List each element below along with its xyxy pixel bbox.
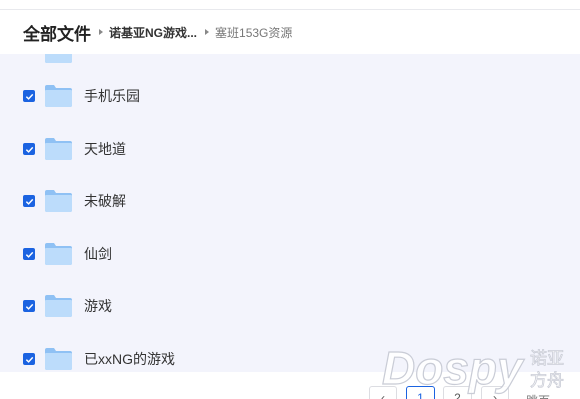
- jump-page-label[interactable]: 跳页: [526, 392, 550, 399]
- folder-name[interactable]: 未破解: [84, 191, 126, 211]
- checkbox[interactable]: [23, 248, 35, 260]
- list-item[interactable]: 游戏: [0, 280, 580, 332]
- checkbox[interactable]: [23, 353, 35, 365]
- list-item[interactable]: 已xxNG的游戏: [0, 333, 580, 372]
- checkbox[interactable]: [23, 300, 35, 312]
- breadcrumb-current: 塞班153G资源: [215, 25, 293, 40]
- checkbox[interactable]: [23, 90, 35, 102]
- folder-name[interactable]: 仙剑: [84, 244, 112, 264]
- folder-icon: [45, 243, 72, 265]
- folder-name[interactable]: 天地道: [84, 139, 126, 159]
- breadcrumb: 全部文件 诺基亚NG游戏... 塞班153G资源: [0, 10, 580, 54]
- page-button-current[interactable]: 1: [406, 386, 435, 399]
- list-item[interactable]: 未破解: [0, 175, 580, 227]
- page-button[interactable]: 2: [443, 386, 472, 399]
- breadcrumb-separator-icon: [205, 29, 210, 35]
- list-item[interactable]: 手机乐园: [0, 70, 580, 122]
- breadcrumb-root[interactable]: 全部文件: [23, 20, 91, 45]
- folder-name[interactable]: 已xxNG的游戏: [84, 349, 175, 369]
- breadcrumb-parent[interactable]: 诺基亚NG游戏...: [109, 24, 197, 41]
- folder-name[interactable]: 手机乐园: [84, 86, 140, 106]
- list-item[interactable]: 天地道: [0, 123, 580, 175]
- checkbox[interactable]: [23, 195, 35, 207]
- top-border: [0, 0, 580, 10]
- prev-page-button[interactable]: ‹: [369, 386, 397, 399]
- pagination-bar: ‹ 1 2 › 跳页: [0, 372, 580, 399]
- file-list: 手机乐园 天地道 未破解 仙剑 游戏 已xxNG的游戏: [0, 54, 580, 372]
- breadcrumb-separator-icon: [99, 29, 103, 35]
- next-page-button[interactable]: ›: [481, 386, 509, 399]
- folder-icon: [45, 190, 72, 212]
- checkbox[interactable]: [23, 143, 35, 155]
- folder-name[interactable]: 游戏: [84, 296, 112, 316]
- folder-icon: [45, 85, 72, 107]
- folder-icon: [45, 54, 72, 63]
- list-item[interactable]: 仙剑: [0, 228, 580, 280]
- folder-icon: [45, 295, 72, 317]
- folder-icon: [45, 348, 72, 370]
- folder-icon: [45, 138, 72, 160]
